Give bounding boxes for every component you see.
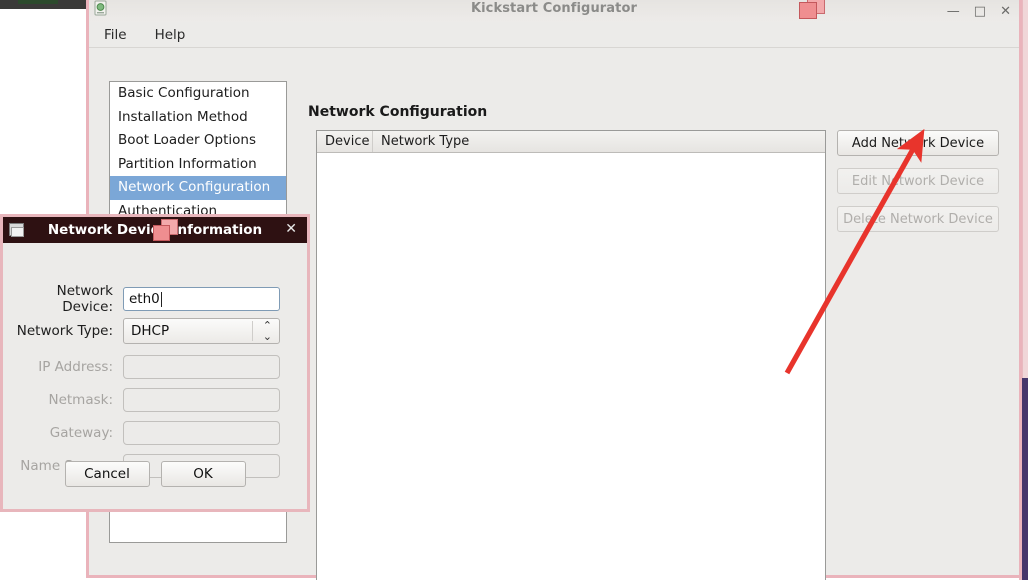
maximize-button[interactable]: □ xyxy=(974,5,986,18)
app-icon xyxy=(94,0,107,16)
field-row-ip-address: IP Address: xyxy=(3,355,307,379)
combobox-separator xyxy=(252,321,253,341)
network-device-table[interactable]: Device Network Type xyxy=(316,130,826,580)
field-row-network-device: Network Device: eth0 xyxy=(3,283,307,315)
menu-help[interactable]: Help xyxy=(152,25,189,45)
delete-network-device-button: Delete Network Device xyxy=(837,206,999,232)
window-titlebar[interactable]: Kickstart Configurator — □ ✕ xyxy=(89,0,1019,22)
network-device-information-dialog: Network Device Information ✕ Network Dev… xyxy=(0,214,310,512)
netmask-input xyxy=(123,388,280,412)
table-column-device[interactable]: Device xyxy=(317,131,373,152)
screen: Kickstart Configurator — □ ✕ File Help B… xyxy=(0,0,1028,580)
ok-button[interactable]: OK xyxy=(160,461,246,487)
minimize-button[interactable]: — xyxy=(947,5,960,18)
page-title: Network Configuration xyxy=(308,104,488,120)
window-controls: — □ ✕ xyxy=(947,0,1011,22)
field-row-gateway: Gateway: xyxy=(3,421,307,445)
dialog-body: Network Device: eth0 Network Type: DHCP … xyxy=(3,243,307,509)
desktop-top-bar xyxy=(0,0,88,9)
network-type-value: DHCP xyxy=(131,323,170,339)
field-row-netmask: Netmask: xyxy=(3,388,307,412)
network-type-select[interactable]: DHCP ⌃ ⌄ xyxy=(123,318,280,344)
network-type-label: Network Type: xyxy=(16,323,113,339)
desktop-background-right-upper xyxy=(1023,0,1028,380)
device-action-buttons: Add Network Device Edit Network Device D… xyxy=(837,130,999,232)
close-button[interactable]: ✕ xyxy=(1000,5,1011,18)
desktop-top-bar-accent xyxy=(18,0,58,4)
sidebar-item-boot-loader-options[interactable]: Boot Loader Options xyxy=(110,129,286,153)
menubar: File Help xyxy=(89,22,1019,48)
restore-window-icon[interactable] xyxy=(799,0,827,21)
dialog-titlebar[interactable]: Network Device Information ✕ xyxy=(3,217,307,243)
network-device-label: Network Device: xyxy=(56,283,113,315)
netmask-label: Netmask: xyxy=(48,392,113,408)
sidebar-item-installation-method[interactable]: Installation Method xyxy=(110,106,286,130)
restore-icon-front-square xyxy=(799,2,817,19)
dialog-buttons: Cancel OK xyxy=(3,461,307,487)
ip-address-input xyxy=(123,355,280,379)
dialog-restore-icon-front-square xyxy=(153,225,170,241)
chevron-updown-icon: ⌃ ⌄ xyxy=(262,319,272,343)
ip-address-label: IP Address: xyxy=(38,359,113,375)
table-body[interactable] xyxy=(317,153,825,580)
gateway-label: Gateway: xyxy=(49,425,113,441)
edit-network-device-button: Edit Network Device xyxy=(837,168,999,194)
add-network-device-button[interactable]: Add Network Device xyxy=(837,130,999,156)
window-title: Kickstart Configurator xyxy=(470,0,638,16)
sidebar-item-basic-configuration[interactable]: Basic Configuration xyxy=(110,82,286,106)
text-caret xyxy=(160,291,162,307)
dialog-close-icon[interactable]: ✕ xyxy=(285,221,297,237)
table-header-row: Device Network Type xyxy=(317,131,825,153)
window-icon xyxy=(9,223,24,237)
network-device-input-value: eth0 xyxy=(129,291,160,307)
sidebar-item-network-configuration[interactable]: Network Configuration xyxy=(110,176,286,200)
network-device-input[interactable]: eth0 xyxy=(123,287,280,311)
menu-file[interactable]: File xyxy=(101,25,130,45)
desktop-background-right-lower xyxy=(1022,378,1028,580)
cancel-button[interactable]: Cancel xyxy=(64,461,150,487)
dialog-restore-window-icon[interactable] xyxy=(153,219,181,245)
sidebar-item-partition-information[interactable]: Partition Information xyxy=(110,153,286,177)
table-column-network-type[interactable]: Network Type xyxy=(373,131,825,152)
field-row-network-type: Network Type: DHCP ⌃ ⌄ xyxy=(3,318,307,344)
gateway-input xyxy=(123,421,280,445)
